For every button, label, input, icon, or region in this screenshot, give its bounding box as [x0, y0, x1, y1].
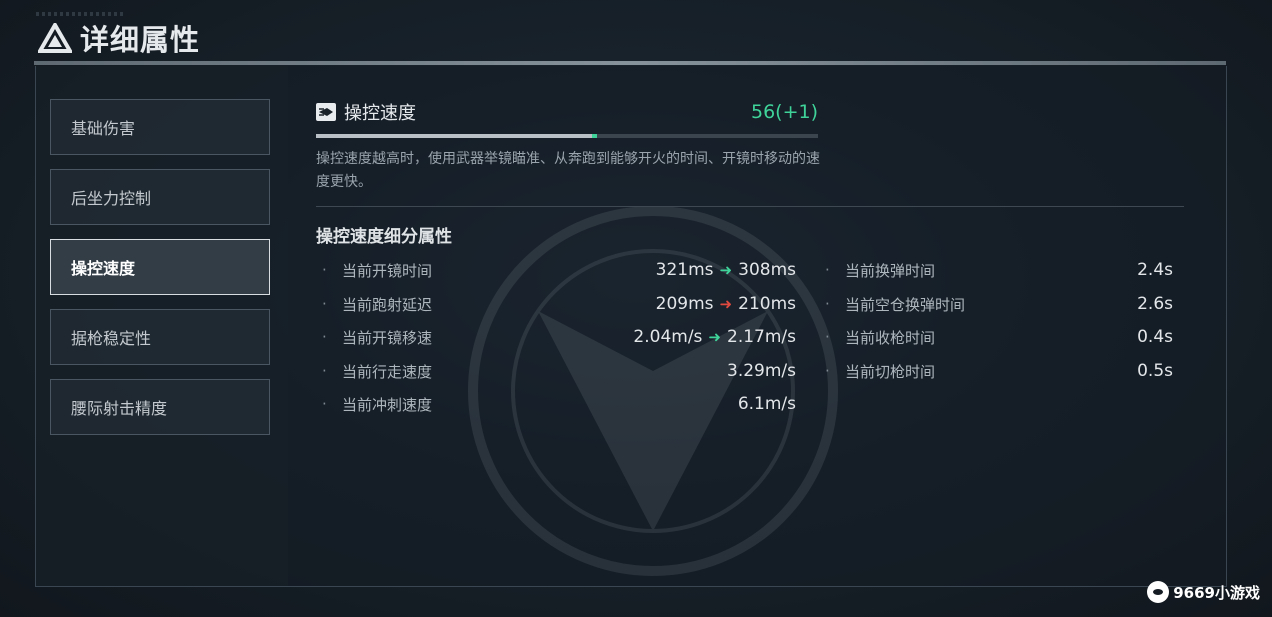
sidebar-item-label: 据枪稳定性 — [71, 329, 152, 348]
sidebar-item-recoil-control[interactable]: 后坐力控制 — [50, 169, 270, 225]
list-item-empty-reload-time: · 当前空仓换弹时间 2.6s — [825, 293, 1173, 315]
attr-value-from: 209ms — [655, 294, 714, 314]
triangle-logo-icon — [38, 23, 72, 53]
header-divider — [34, 61, 1226, 65]
attr-label: 当前空仓换弹时间 — [845, 295, 966, 314]
list-item-reload-time: · 当前换弹时间 2.4s — [825, 259, 1173, 281]
attr-value: 2.04m/s ➜ 2.17m/s — [633, 327, 796, 347]
detail-panel: 基础伤害 后坐力控制 操控速度 据枪稳定性 腰际射击精度 操控速度 56(+1)… — [35, 66, 1227, 587]
attr-value-to: 210ms — [738, 294, 796, 314]
content-area: 操控速度 56(+1) 操控速度越高时，使用武器举镜瞄准、从奔跑到能够开火的时间… — [288, 66, 1226, 586]
sidebar-item-label: 后坐力控制 — [71, 189, 152, 208]
subsection-title: 操控速度细分属性 — [316, 227, 452, 247]
sidebar: 基础伤害 后坐力控制 操控速度 据枪稳定性 腰际射击精度 — [36, 66, 288, 586]
bullet: · — [322, 261, 327, 279]
stat-value: 56(+1) — [750, 101, 818, 123]
attr-value: 0.4s — [1137, 327, 1173, 347]
attr-label: 当前开镜移速 — [342, 328, 433, 347]
bullet: · — [322, 395, 327, 413]
attr-value: 6.1m/s — [737, 394, 796, 414]
attr-value: 0.5s — [1137, 361, 1173, 381]
sidebar-item-hipfire-accuracy[interactable]: 腰际射击精度 — [50, 379, 270, 435]
arrow-right-green-icon: ➜ — [708, 328, 721, 346]
stat-description: 操控速度越高时，使用武器举镜瞄准、从奔跑到能够开火的时间、开镜时移动的速度更快。 — [316, 151, 820, 190]
list-item-ads-move-speed: · 当前开镜移速 2.04m/s ➜ 2.17m/s — [322, 326, 796, 348]
sidebar-item-label: 基础伤害 — [71, 119, 136, 138]
attr-value-from: 321ms — [655, 260, 714, 280]
list-item-walk-speed: · 当前行走速度 3.29m/s — [322, 360, 796, 382]
bullet: · — [322, 328, 327, 346]
attr-value: 3.29m/s — [727, 361, 796, 381]
bullet: · — [322, 295, 327, 313]
list-item-sprint-fire-delay: · 当前跑射延迟 209ms ➜ 210ms — [322, 293, 796, 315]
emblem-watermark-icon — [468, 206, 838, 576]
stat-header: 操控速度 56(+1) — [316, 100, 818, 124]
header: 详细属性 — [38, 20, 201, 57]
sidebar-item-base-damage[interactable]: 基础伤害 — [50, 99, 270, 155]
attr-label: 当前跑射延迟 — [342, 295, 433, 314]
page-title: 详细属性 — [80, 23, 201, 57]
sidebar-item-label: 腰际射击精度 — [71, 399, 168, 418]
stat-name: 操控速度 — [344, 103, 416, 124]
bullet: · — [825, 295, 830, 313]
attr-label: 当前冲刺速度 — [342, 395, 433, 414]
bullet: · — [322, 362, 327, 380]
attr-value: 2.6s — [1137, 294, 1173, 314]
list-item-sprint-speed: · 当前冲刺速度 6.1m/s — [322, 393, 796, 415]
attr-value: 209ms ➜ 210ms — [656, 294, 796, 314]
handling-speed-icon — [316, 103, 336, 121]
attr-label: 当前换弹时间 — [845, 261, 936, 280]
stat-progress-bar — [316, 134, 818, 138]
list-item-swap-time: · 当前切枪时间 0.5s — [825, 360, 1173, 382]
attr-value: 2.4s — [1137, 260, 1173, 280]
sidebar-item-handling-speed[interactable]: 操控速度 — [50, 239, 270, 295]
bullet: · — [825, 328, 830, 346]
attr-label: 当前开镜时间 — [342, 261, 433, 280]
attr-label: 当前收枪时间 — [845, 328, 936, 347]
mascot-logo-icon — [1147, 581, 1170, 603]
list-item-ads-time: · 当前开镜时间 321ms ➜ 308ms — [322, 259, 796, 281]
attr-value: 321ms ➜ 308ms — [656, 260, 796, 280]
attr-label: 当前行走速度 — [342, 362, 433, 381]
header-decoration — [36, 12, 126, 16]
attr-label: 当前切枪时间 — [845, 362, 936, 381]
attr-value-to: 308ms — [738, 260, 796, 280]
sidebar-item-label: 操控速度 — [71, 259, 136, 278]
stat-progress-fill — [316, 134, 593, 138]
bullet: · — [825, 362, 830, 380]
section-divider — [316, 206, 1184, 207]
attr-value-to: 2.17m/s — [727, 327, 796, 347]
arrow-right-green-icon: ➜ — [719, 261, 733, 279]
watermark-text: 9669小游戏 — [1173, 583, 1260, 602]
list-item-holster-time: · 当前收枪时间 0.4s — [825, 326, 1173, 348]
bullet: · — [825, 261, 830, 279]
attr-value-from: 2.04m/s — [633, 327, 703, 347]
site-watermark: 9669小游戏 — [1147, 581, 1260, 603]
stat-progress-bonus — [592, 134, 598, 138]
arrow-right-red-icon: ➜ — [719, 295, 733, 313]
sidebar-item-aim-stability[interactable]: 据枪稳定性 — [50, 309, 270, 365]
